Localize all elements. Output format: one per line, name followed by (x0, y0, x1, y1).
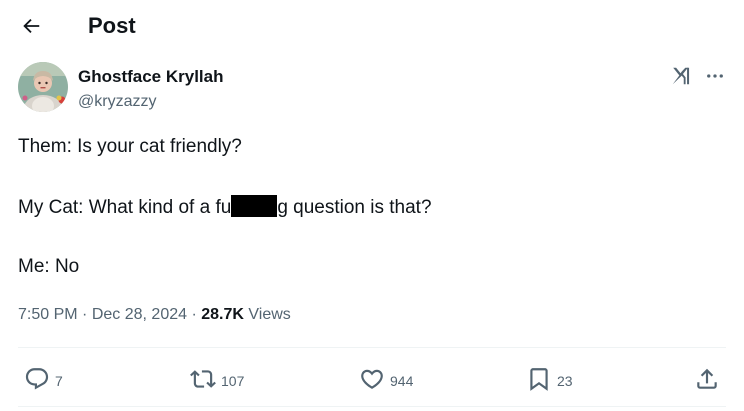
meta-separator: · (82, 306, 88, 323)
grok-icon (672, 67, 690, 85)
arrow-left-icon (23, 18, 40, 34)
bookmark-button[interactable]: 23 (526, 362, 573, 396)
post-text: Them: Is your cat friendly? My Cat: What… (18, 135, 718, 279)
repost-icon (190, 370, 216, 388)
repost-button[interactable]: 107 (190, 362, 244, 396)
reply-count: 7 (55, 373, 63, 389)
post-time[interactable]: 7:50 PM (18, 306, 78, 323)
post-text-fragment: My Cat: What kind of a fu (18, 197, 232, 218)
bookmark-icon (530, 368, 548, 391)
views-link[interactable]: 28.7K Views (201, 306, 291, 323)
post-date[interactable]: Dec 28, 2024 (92, 306, 187, 323)
views-label: Views (248, 306, 291, 323)
share-icon (697, 368, 717, 389)
reply-icon (25, 368, 49, 390)
author-handle[interactable]: @kryzazzy (78, 91, 156, 113)
action-bar: 7 107 944 23 (0, 362, 744, 396)
divider (18, 347, 726, 348)
post-text-line: Me: No (18, 256, 80, 277)
like-icon (361, 369, 383, 389)
post-text-fragment: g question is that? (277, 197, 432, 218)
views-count: 28.7K (201, 306, 244, 323)
meta-separator: · (191, 306, 197, 323)
page-title: Post (88, 13, 136, 38)
post-header: Post (0, 0, 744, 52)
censor-bar (231, 195, 278, 217)
author-name[interactable]: Ghostface Kryllah (78, 66, 224, 88)
more-button[interactable] (702, 64, 728, 88)
back-button[interactable] (14, 9, 48, 43)
post-meta: 7:50 PM · Dec 28, 2024 · 28.7K Views (18, 304, 291, 326)
divider (18, 406, 726, 407)
like-button[interactable]: 944 (359, 362, 413, 396)
avatar[interactable] (18, 62, 68, 112)
share-button[interactable] (694, 362, 720, 396)
reply-button[interactable]: 7 (24, 362, 63, 396)
grok-button[interactable] (668, 64, 694, 88)
repost-count: 107 (221, 373, 245, 389)
bookmark-count: 23 (557, 373, 573, 389)
post-text-line: Them: Is your cat friendly? (18, 136, 242, 157)
like-count: 944 (390, 373, 414, 389)
more-icon (707, 74, 723, 78)
post-text-line-censored: My Cat: What kind of a fu g question is t… (18, 195, 718, 219)
